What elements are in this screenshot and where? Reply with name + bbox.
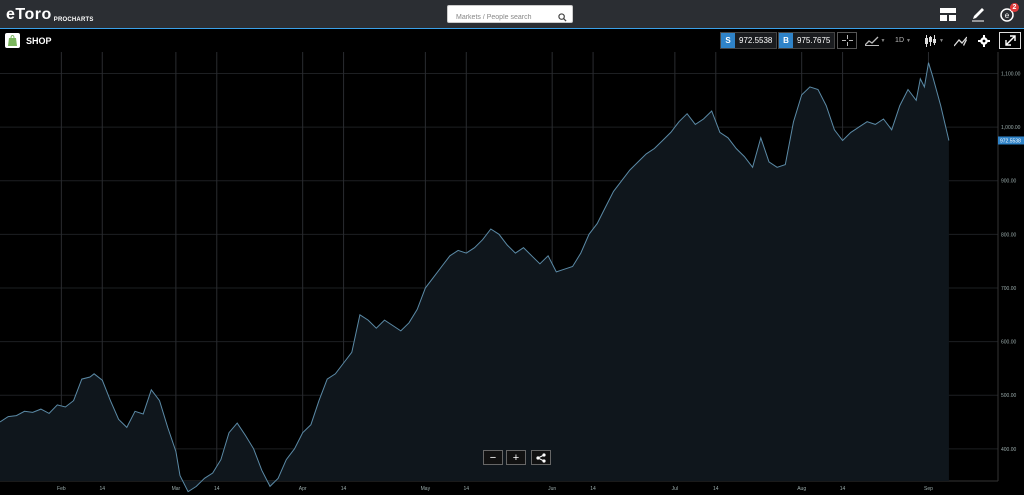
x-tick-label: 14 xyxy=(214,486,220,492)
x-tick-label: 14 xyxy=(590,486,596,492)
x-tick-label: Feb xyxy=(57,486,66,492)
zoom-out-button[interactable]: − xyxy=(483,450,503,465)
y-tick-label: 400.00 xyxy=(1001,447,1017,453)
y-tick-label: 1,000.00 xyxy=(1001,125,1021,131)
price-chart[interactable]: 1,100.00 1,000.00 900.00 800.00 700.00 600.00… xyxy=(0,0,1024,495)
y-tick-label: 1,100.00 xyxy=(1001,71,1021,77)
share-icon xyxy=(536,452,546,463)
x-tick-label: 14 xyxy=(840,486,846,492)
y-tick-label: 900.00 xyxy=(1001,179,1017,185)
x-tick-label: 14 xyxy=(713,486,719,492)
y-tick-label: 800.00 xyxy=(1001,232,1017,238)
x-tick-label: May xyxy=(421,486,431,492)
x-tick-label: Aug xyxy=(797,486,806,492)
x-tick-label: Jun xyxy=(548,486,556,492)
x-tick-label: 14 xyxy=(99,486,105,492)
plus-icon: + xyxy=(512,451,520,464)
y-tick-label: 500.00 xyxy=(1001,393,1017,399)
x-tick-label: Mar xyxy=(172,486,181,492)
y-tick-label: 700.00 xyxy=(1001,286,1017,292)
share-button[interactable] xyxy=(531,450,551,465)
x-tick-label: Apr xyxy=(299,486,307,492)
y-tick-label: 600.00 xyxy=(1001,340,1017,346)
minus-icon: − xyxy=(489,451,497,464)
x-tick-label: Sep xyxy=(924,486,933,492)
y-axis: 1,100.00 1,000.00 900.00 800.00 700.00 600.00… xyxy=(1001,71,1021,452)
x-tick-label: 14 xyxy=(463,486,469,492)
price-tag-label: 972.5538 xyxy=(1000,138,1021,144)
current-price-tag: 972.5538 xyxy=(998,136,1024,145)
x-tick-label: 14 xyxy=(341,486,347,492)
x-tick-label: Jul xyxy=(672,486,678,492)
zoom-in-button[interactable]: + xyxy=(506,450,526,465)
